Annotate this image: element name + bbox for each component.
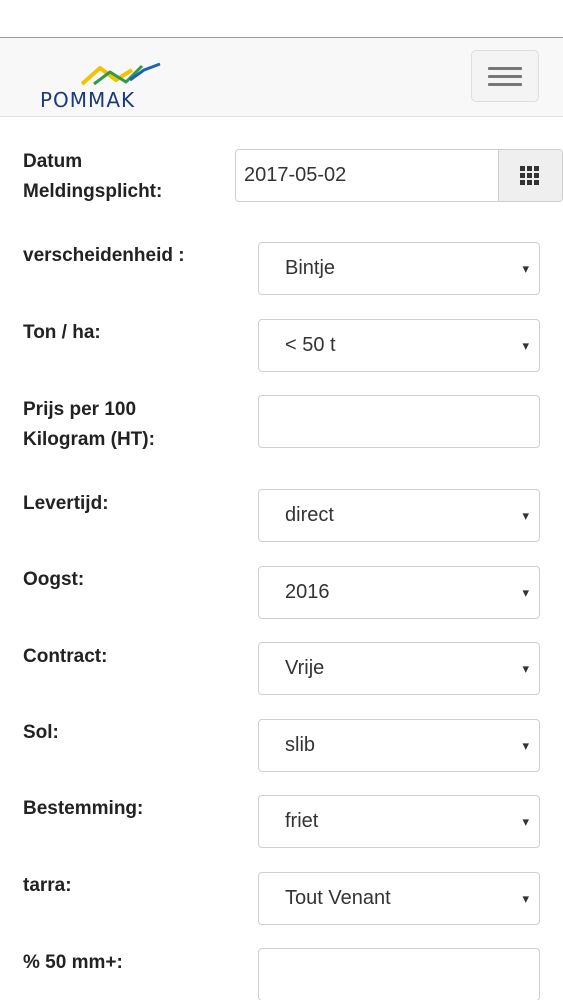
label-ton-ha: Ton / ha: xyxy=(23,322,101,343)
select-value: friet xyxy=(285,810,319,832)
input-50mm[interactable] xyxy=(258,948,540,1000)
date-input[interactable]: 2017-05-02 xyxy=(244,150,346,201)
hamburger-menu-icon xyxy=(488,83,522,86)
select-value: Bintje xyxy=(285,257,336,279)
select-levertijd[interactable]: direct ▾ xyxy=(258,489,540,542)
label-contract: Contract: xyxy=(23,646,108,667)
calendar-grid-icon xyxy=(520,166,540,186)
select-bestemming[interactable]: friet ▾ xyxy=(258,795,540,848)
label-bestemming: Bestemming: xyxy=(23,798,144,819)
caret-down-icon: ▾ xyxy=(522,261,529,276)
date-picker-button[interactable] xyxy=(498,150,562,201)
hamburger-menu-icon xyxy=(488,75,522,78)
date-input-group[interactable]: 2017-05-02 xyxy=(235,149,563,202)
select-value: 2016 xyxy=(285,581,330,603)
caret-down-icon: ▾ xyxy=(522,738,529,753)
caret-down-icon: ▾ xyxy=(522,661,529,676)
select-oogst[interactable]: 2016 ▾ xyxy=(258,566,540,619)
label-prijs: Prijs per 100 Kilogram (HT): xyxy=(23,399,155,450)
label-datum-meldingsplicht: Datum Meldingsplicht: xyxy=(23,151,163,202)
select-sol[interactable]: slib ▾ xyxy=(258,719,540,772)
caret-down-icon: ▾ xyxy=(522,891,529,906)
select-value: Vrije xyxy=(285,657,325,679)
select-contract[interactable]: Vrije ▾ xyxy=(258,642,540,695)
select-value: slib xyxy=(285,734,316,756)
input-prijs[interactable] xyxy=(258,395,540,448)
logo-mark-icon xyxy=(80,62,161,86)
hamburger-menu-icon xyxy=(488,67,522,70)
label-50mm: % 50 mm+: xyxy=(23,952,123,973)
logo-text: POMMAK xyxy=(40,88,136,112)
page: POMMAK Datum Meldingsplicht: 2017-05-02 … xyxy=(0,0,563,1000)
label-sol: Sol: xyxy=(23,722,59,743)
label-verscheidenheid: verscheidenheid : xyxy=(23,245,185,266)
label-oogst: Oogst: xyxy=(23,569,85,590)
navbar: POMMAK xyxy=(0,37,563,117)
label-levertijd: Levertijd: xyxy=(23,493,109,514)
select-value: Tout Venant xyxy=(285,887,391,909)
brand-logo[interactable]: POMMAK xyxy=(40,62,170,114)
caret-down-icon: ▾ xyxy=(522,585,529,600)
label-tarra: tarra: xyxy=(23,875,72,896)
caret-down-icon: ▾ xyxy=(522,338,529,353)
select-ton-ha[interactable]: < 50 t ▾ xyxy=(258,319,540,372)
select-tarra[interactable]: Tout Venant ▾ xyxy=(258,872,540,925)
select-value: < 50 t xyxy=(285,334,336,356)
caret-down-icon: ▾ xyxy=(522,508,529,523)
select-verscheidenheid[interactable]: Bintje ▾ xyxy=(258,242,540,295)
caret-down-icon: ▾ xyxy=(522,814,529,829)
menu-toggle-button[interactable] xyxy=(471,50,539,102)
select-value: direct xyxy=(285,504,334,526)
